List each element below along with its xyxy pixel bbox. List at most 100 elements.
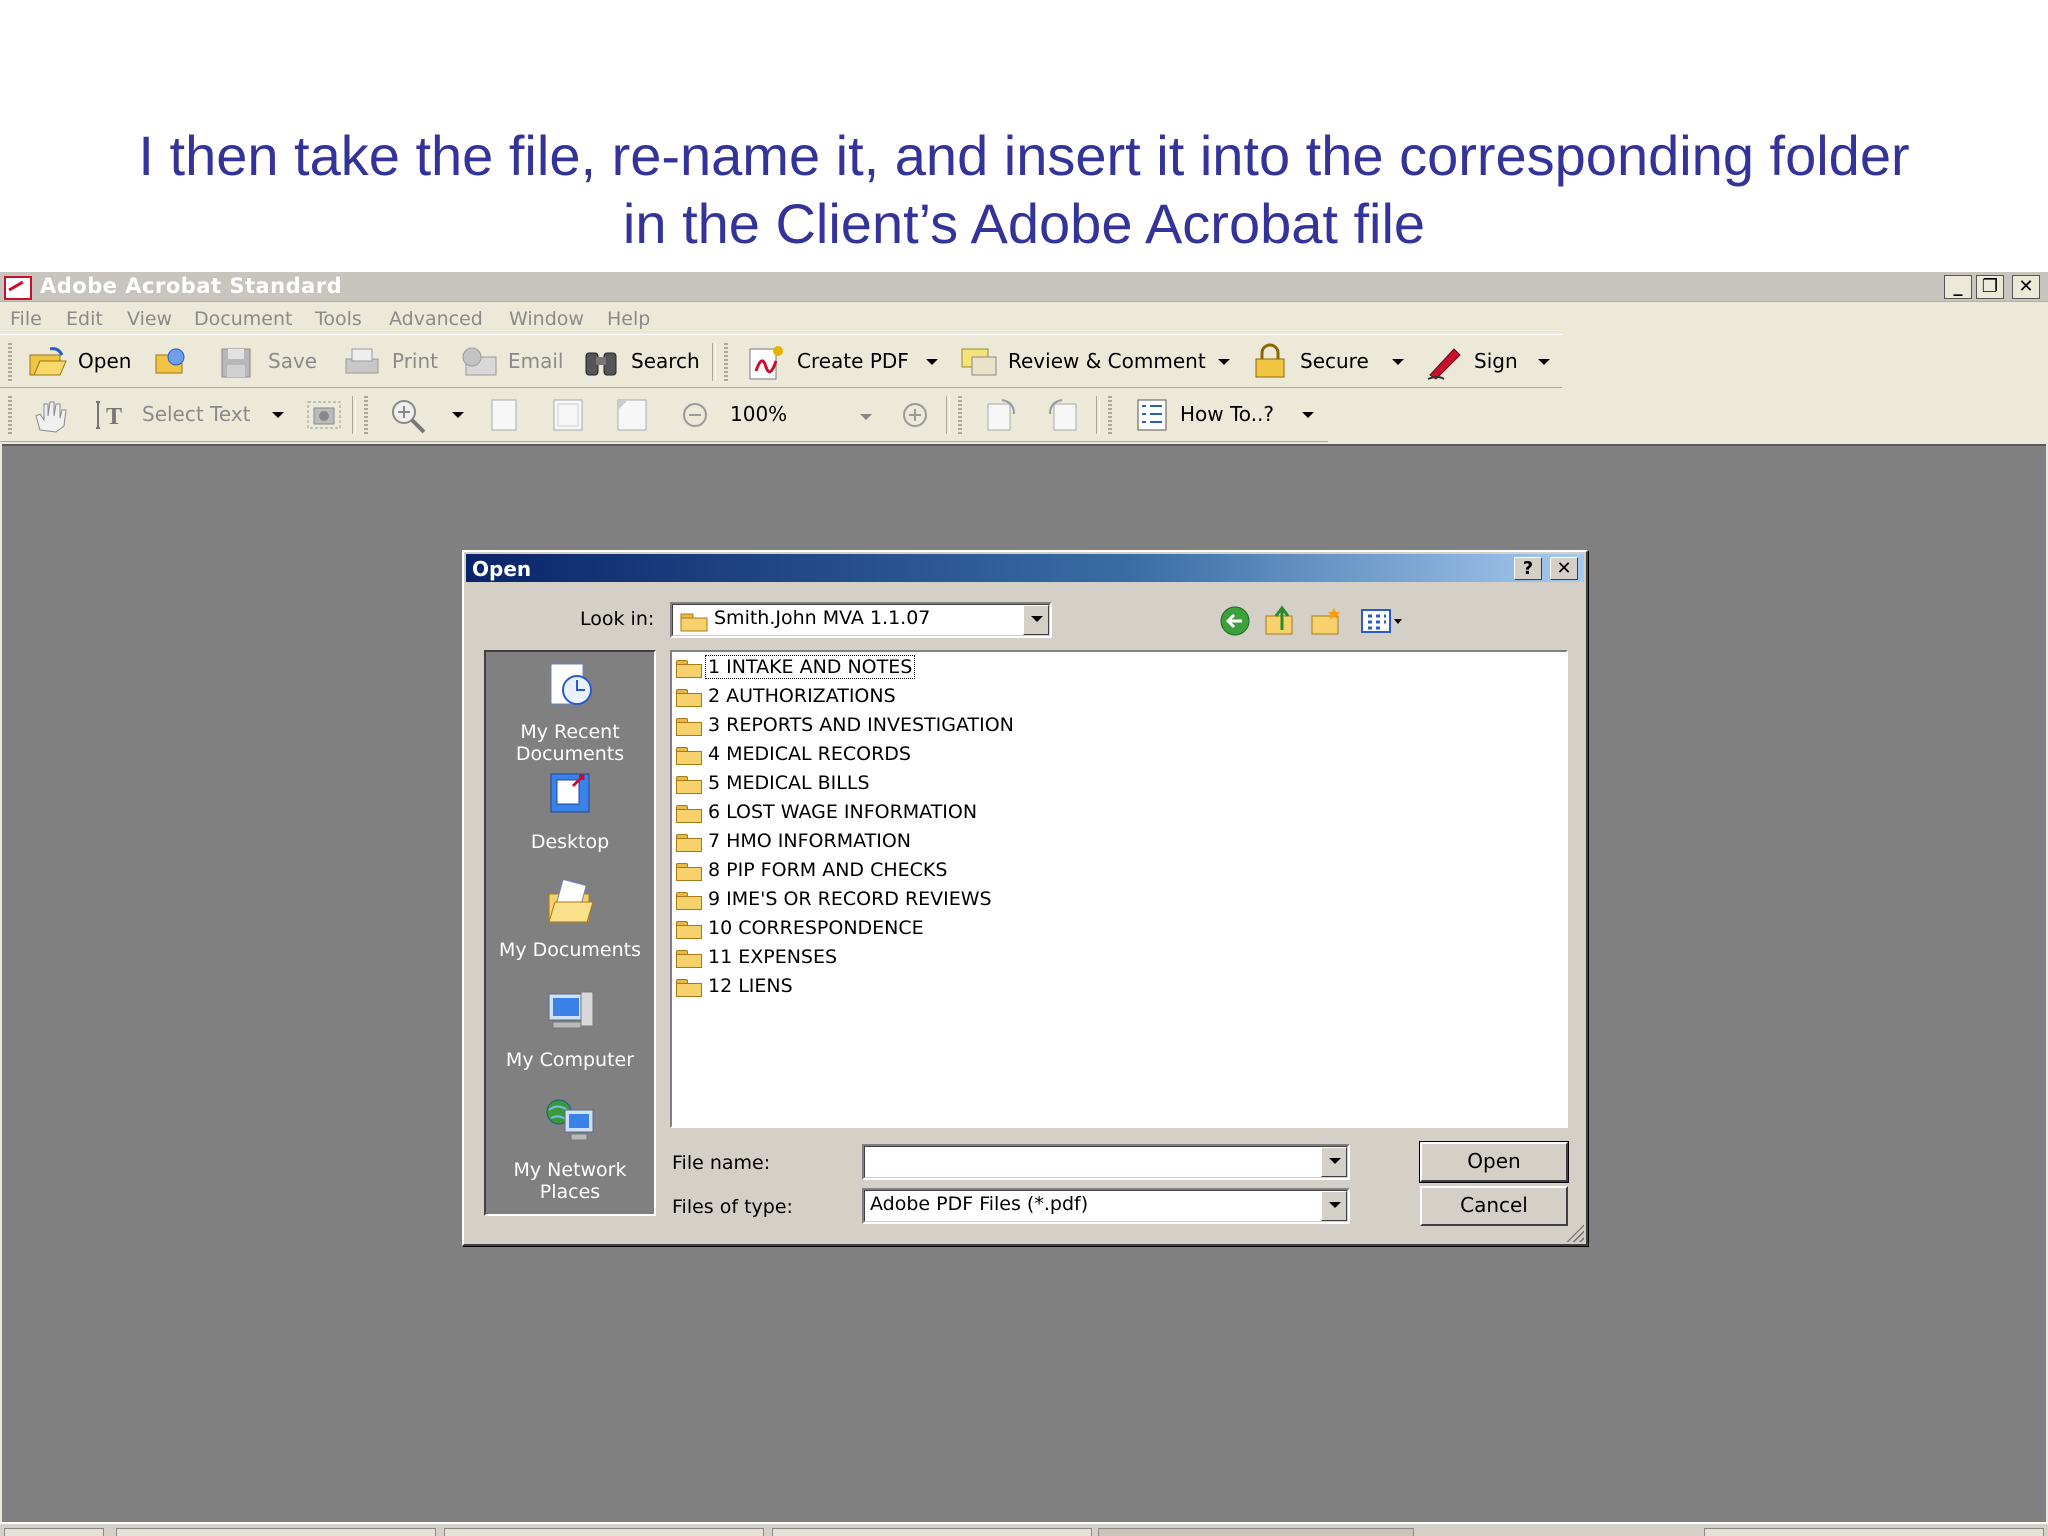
create-pdf-dropdown-icon[interactable]	[926, 359, 938, 365]
sign-dropdown-icon[interactable]	[1538, 359, 1550, 365]
taskbar-button[interactable]	[444, 1528, 764, 1536]
file-list[interactable]: 1 INTAKE AND NOTES 2 AUTHORIZATIONS 3 RE…	[670, 650, 1568, 1128]
open-dialog-cancel-button[interactable]: Cancel	[1420, 1186, 1568, 1226]
look-in-combo[interactable]: Smith.John MVA 1.1.07	[670, 602, 1052, 638]
zoom-in-circle-icon[interactable]	[900, 400, 930, 430]
open-folder-icon[interactable]	[28, 345, 68, 379]
snapshot-icon[interactable]	[304, 398, 344, 432]
place-desktop[interactable]: Desktop	[486, 768, 654, 853]
sign-button[interactable]: Sign	[1474, 349, 1518, 373]
back-arrow-icon[interactable]	[1218, 604, 1252, 638]
menu-window[interactable]: Window	[509, 308, 584, 330]
folder-name: 4 MEDICAL RECORDS	[708, 743, 911, 765]
files-of-type-select[interactable]: Adobe PDF Files (*.pdf)	[862, 1188, 1350, 1224]
toolbar-grip[interactable]	[724, 343, 728, 381]
create-pdf-button[interactable]: Create PDF	[797, 349, 909, 373]
rotate-counterclockwise-icon[interactable]	[1044, 396, 1084, 434]
taskbar-button[interactable]	[4, 1528, 104, 1536]
toolbar-empty-area	[1328, 388, 2048, 442]
how-to-dropdown-icon[interactable]	[1302, 412, 1314, 418]
taskbar-button-active[interactable]	[1098, 1528, 1414, 1536]
open-dialog-open-button[interactable]: Open	[1419, 1141, 1569, 1183]
toolbar-grip[interactable]	[364, 396, 368, 434]
place-my-recent-documents[interactable]: My Recent Documents	[486, 658, 654, 765]
zoom-dropdown-icon[interactable]	[452, 412, 464, 418]
review-comment-icon[interactable]	[958, 343, 1000, 381]
create-pdf-icon[interactable]	[744, 343, 786, 381]
place-my-computer[interactable]: My Computer	[486, 986, 654, 1071]
hand-tool-icon[interactable]	[30, 396, 70, 434]
menu-edit[interactable]: Edit	[66, 308, 103, 330]
zoom-out-icon[interactable]	[680, 400, 710, 430]
dialog-titlebar: Open ? ✕	[466, 554, 1584, 582]
toolbar-grip[interactable]	[8, 396, 12, 434]
review-comment-dropdown-icon[interactable]	[1218, 359, 1230, 365]
menu-tools[interactable]: Tools	[315, 308, 362, 330]
zoom-in-icon[interactable]	[388, 396, 428, 434]
lock-icon[interactable]	[1250, 341, 1290, 381]
save-icon[interactable]	[218, 345, 256, 379]
review-comment-button[interactable]: Review & Comment	[1008, 349, 1206, 373]
menu-help[interactable]: Help	[607, 308, 650, 330]
taskbar-button[interactable]	[772, 1528, 1092, 1536]
caption-line-2: in the Client’s Adobe Acrobat file	[622, 192, 1426, 255]
dialog-close-button[interactable]: ✕	[1550, 557, 1578, 580]
binoculars-icon[interactable]	[582, 345, 622, 379]
menu-advanced[interactable]: Advanced	[389, 308, 483, 330]
email-button[interactable]: Email	[508, 349, 564, 373]
close-button[interactable]: ✕	[2012, 275, 2040, 299]
places-bar: My Recent Documents Desktop My Documents	[484, 650, 656, 1216]
new-folder-icon[interactable]	[1310, 604, 1344, 638]
taskbar-button[interactable]	[116, 1528, 436, 1536]
toolbar-separator	[1096, 396, 1100, 434]
place-label: Places	[539, 1181, 601, 1203]
menu-view[interactable]: View	[127, 308, 172, 330]
up-one-level-icon[interactable]	[1264, 602, 1298, 638]
how-to-icon[interactable]	[1134, 396, 1170, 434]
menu-document[interactable]: Document	[194, 308, 292, 330]
restore-button[interactable]: ❐	[1976, 275, 2004, 299]
fit-page-icon[interactable]	[550, 396, 586, 434]
secure-dropdown-icon[interactable]	[1392, 359, 1404, 365]
open-button[interactable]: Open	[78, 349, 131, 373]
view-menu-icon[interactable]	[1360, 606, 1406, 636]
actual-size-icon[interactable]	[486, 396, 522, 434]
how-to-button[interactable]: How To..?	[1180, 402, 1274, 426]
folder-icon	[676, 919, 702, 939]
look-in-dropdown-icon[interactable]	[1023, 605, 1049, 635]
email-icon[interactable]	[458, 345, 500, 379]
toolbar-grip[interactable]	[8, 343, 12, 381]
folder-name: 6 LOST WAGE INFORMATION	[708, 801, 978, 823]
fit-width-icon[interactable]	[614, 396, 650, 434]
folder-name: 5 MEDICAL BILLS	[708, 772, 870, 794]
toolbar-separator	[352, 396, 356, 434]
select-text-icon[interactable]: T	[92, 398, 132, 432]
toolbar-grip[interactable]	[958, 396, 962, 434]
print-button[interactable]: Print	[392, 349, 438, 373]
menu-file[interactable]: File	[10, 308, 42, 330]
zoom-level-field[interactable]: 100%	[730, 402, 787, 426]
toolbar-grip[interactable]	[1108, 396, 1112, 434]
taskbar	[0, 1522, 2048, 1536]
select-text-dropdown-icon[interactable]	[272, 412, 284, 418]
resize-grip[interactable]	[1566, 1224, 1584, 1242]
file-name-input[interactable]	[862, 1144, 1350, 1180]
slide-caption: I then take the file, re-name it, and in…	[0, 122, 2048, 258]
minimize-button[interactable]: _	[1944, 275, 1972, 299]
place-my-documents[interactable]: My Documents	[486, 876, 654, 961]
sign-pen-icon[interactable]	[1424, 341, 1466, 381]
look-in-label: Look in:	[580, 608, 655, 630]
secure-button[interactable]: Secure	[1300, 349, 1369, 373]
dialog-help-button[interactable]: ?	[1514, 557, 1542, 580]
select-text-button[interactable]: Select Text	[142, 402, 251, 426]
file-name-dropdown-icon[interactable]	[1321, 1147, 1347, 1177]
save-button[interactable]: Save	[268, 349, 317, 373]
files-of-type-dropdown-icon[interactable]	[1321, 1191, 1347, 1221]
print-icon[interactable]	[342, 345, 382, 379]
search-button[interactable]: Search	[631, 349, 700, 373]
zoom-level-dropdown-icon[interactable]	[860, 414, 872, 420]
organizer-icon[interactable]	[152, 345, 192, 379]
place-my-network-places[interactable]: My Network Places	[486, 1096, 654, 1203]
rotate-clockwise-icon[interactable]	[980, 396, 1020, 434]
folder-name: 11 EXPENSES	[708, 946, 838, 968]
